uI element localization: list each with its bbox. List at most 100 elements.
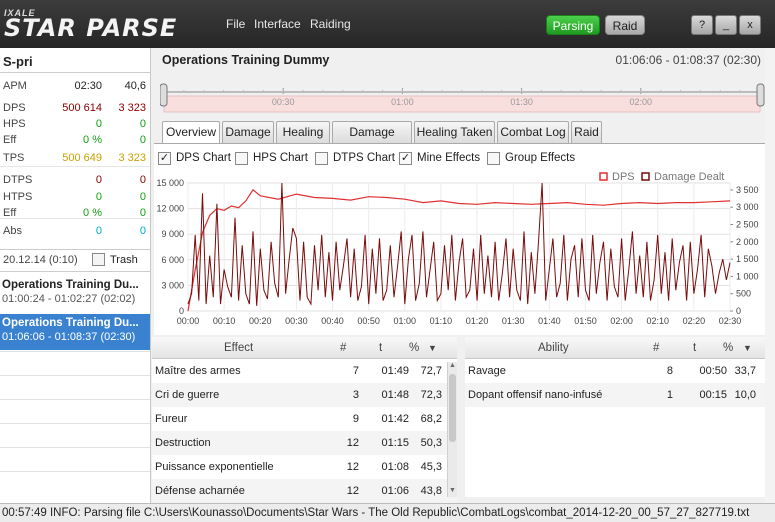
trash-checkbox[interactable] [92,253,105,266]
y2-tick-label: 3 000 [736,202,759,212]
row-name: Défense acharnée [155,485,245,497]
scroll-down-icon[interactable]: ▼ [448,487,457,497]
menu-raiding[interactable]: Raiding [310,17,351,31]
tab-healing-taken[interactable]: Healing Taken [414,121,495,143]
column-time[interactable]: t [693,342,696,354]
x-tick-label: 02:10 [646,316,669,326]
ability-table: Ability # t % ▼ Ravage 8 00:50 33,7 Dopant o… [465,337,765,497]
chart-option-label: Mine Effects [417,152,481,164]
left-panel: S-pri APM 02:30 40,6 DPS 500 614 3 323 HPS 0 0 Ef… [0,48,151,503]
column-count[interactable]: # [340,342,346,354]
table-row[interactable]: Défense acharnée 12 01:06 43,8 [152,479,457,503]
sort-desc-icon[interactable]: ▼ [428,343,437,353]
close-button[interactable]: x [739,15,761,35]
row-time: 01:15 [381,437,409,449]
help-button[interactable]: ? [691,15,713,35]
row-name: Dopant offensif nano-infusé [468,389,603,401]
column-ability[interactable]: Ability [538,342,569,354]
timeline-end-handle[interactable] [756,83,765,107]
row-count: 12 [346,461,359,473]
app-logo: STAR PARSE [4,14,178,42]
combat-title: Operations Training Du... [2,279,139,291]
overview-panel: ✓ DPS Chart HPS Chart DTPS Chart ✓ Mine Effec… [154,143,773,335]
minimize-button[interactable]: _ [715,15,737,35]
row-percent: 72,7 [420,365,442,377]
column-count[interactable]: # [653,342,659,354]
timeline-tick-label: 01:00 [391,97,414,107]
timeline-start-handle[interactable] [160,83,168,107]
row-percent: 72,3 [420,389,442,401]
plot-area [187,182,731,312]
stat-label: HPS [3,118,26,130]
stat-total: 0 [95,118,102,130]
row-name: Puissance exponentielle [155,461,274,473]
column-time[interactable]: t [379,342,382,354]
x-tick-label: 00:10 [213,316,236,326]
y-tick-label: 9 000 [161,229,184,239]
checkbox-unchecked[interactable] [315,152,328,165]
row-count: 3 [352,389,359,401]
tab-raid[interactable]: Raid [571,121,602,143]
y2-tick-label: 3 500 [736,185,759,195]
tab-healing[interactable]: Healing [276,121,330,143]
parsing-button[interactable]: Parsing [546,15,600,35]
empty-list-row [0,399,150,423]
character-name: S-pri [3,54,33,69]
tab-combat-log[interactable]: Combat Log [497,121,569,143]
stat-label: DPS [3,102,26,114]
scroll-up-icon[interactable]: ▲ [448,362,457,372]
timeline-slider[interactable]: 00:0000:3001:0001:3002:0002:30 [160,80,766,116]
table-row[interactable]: Dopant offensif nano-infusé 1 00:15 10,0 [465,383,765,407]
empty-list-row [0,375,150,399]
column-percent[interactable]: % [723,342,733,354]
tab-damage-taken[interactable]: Damage Taken [332,121,412,160]
y2-tick-label: 0 [736,306,741,316]
checkbox-unchecked[interactable] [235,152,248,165]
divider [0,166,150,167]
table-row[interactable]: Puissance exponentielle 12 01:08 45,3 [152,455,457,479]
menu-file[interactable]: File [226,17,245,31]
timeline-tick-label: 00:30 [272,97,295,107]
scroll-thumb[interactable] [449,374,456,442]
combat-list-item[interactable]: Operations Training Du... 01:00:24 - 01:… [0,276,150,312]
x-tick-label: 01:10 [430,316,453,326]
y-tick-label: 0 [179,306,184,316]
stat-rate: 3 323 [118,102,146,114]
stat-rate: 0 [139,174,146,186]
raid-button[interactable]: Raid [605,15,645,35]
table-row[interactable]: Destruction 12 01:15 50,3 [152,431,457,455]
stat-row: HPS 0 0 [0,118,150,134]
row-count: 9 [352,413,359,425]
table-row[interactable]: Fureur 9 01:42 68,2 [152,407,457,431]
stat-label: TPS [3,152,25,164]
column-percent[interactable]: % [409,342,419,354]
stat-label: Abs [3,225,22,237]
stat-row: Eff 0 % 0 [0,134,150,150]
combat-list-item-selected[interactable]: Operations Training Du... 01:06:06 - 01:… [0,314,150,350]
y-tick-label: 15 000 [156,178,184,188]
row-count: 12 [346,437,359,449]
table-row[interactable]: Maître des armes 7 01:49 72,7 [152,359,457,383]
table-row[interactable]: Ravage 8 00:50 33,7 [465,359,765,383]
checkbox-checked[interactable]: ✓ [399,152,412,165]
tab-damage[interactable]: Damage [222,121,274,143]
x-tick-label: 00:50 [357,316,380,326]
sort-desc-icon[interactable]: ▼ [743,343,752,353]
status-bar: 00:57:49 INFO: Parsing file C:\Users\Kou… [0,503,775,522]
combat-title: Operations Training Du... [2,317,139,329]
row-count: 12 [346,485,359,497]
stat-label: DTPS [3,174,33,186]
checkbox-checked[interactable]: ✓ [158,152,171,165]
title-bar: IXALE STAR PARSE File Interface Raiding … [0,0,775,48]
stat-rate: 0 [139,118,146,130]
column-effect[interactable]: Effect [224,342,253,354]
combat-time: 01:06:06 - 01:08:37 (02:30) [2,331,136,343]
tab-overview[interactable]: Overview [162,121,220,144]
menu-interface[interactable]: Interface [254,17,301,31]
checkbox-unchecked[interactable] [487,152,500,165]
stat-row: DTPS 0 0 [0,174,150,190]
stat-total: 02:30 [74,80,102,92]
effects-scrollbar[interactable]: ▲ ▼ [447,362,457,497]
x-tick-label: 00:00 [177,316,200,326]
table-row[interactable]: Cri de guerre 3 01:48 72,3 [152,383,457,407]
